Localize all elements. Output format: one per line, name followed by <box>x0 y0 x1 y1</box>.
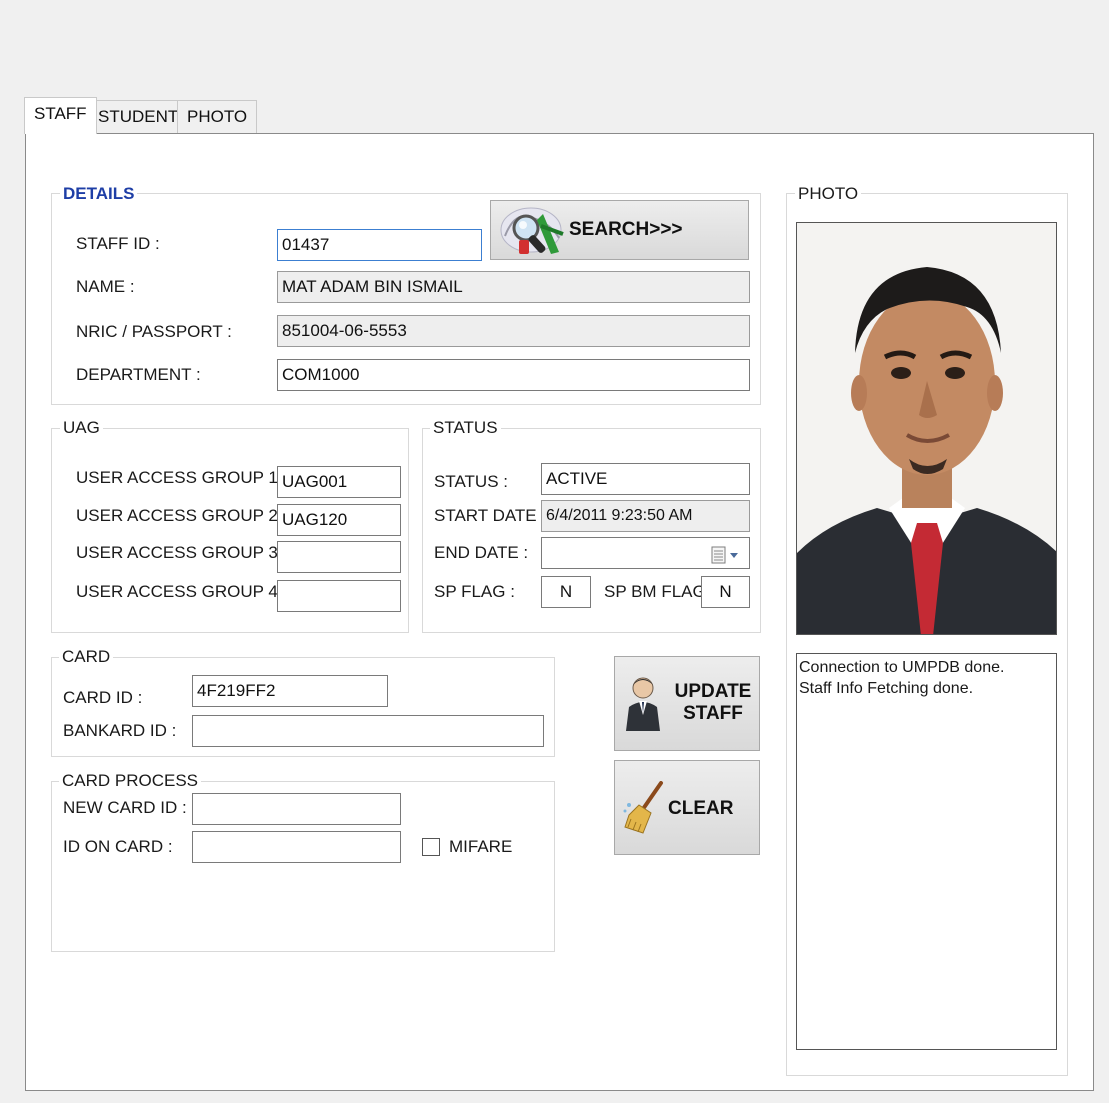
log-textarea[interactable]: Connection to UMPDB done. Staff Info Fet… <box>796 653 1057 1050</box>
start-date-field[interactable]: 6/4/2011 9:23:50 AM <box>541 500 750 532</box>
card-legend: CARD <box>59 647 114 667</box>
uag4-label: USER ACCESS GROUP 4 : <box>76 582 288 601</box>
status-legend: STATUS <box>430 418 501 438</box>
uag3-input[interactable] <box>277 541 401 573</box>
sp-bm-flag-label: SP BM FLAG: <box>604 582 711 601</box>
id-on-card-field[interactable] <box>192 831 401 863</box>
mifare-checkbox[interactable] <box>422 838 440 856</box>
uag2-input[interactable]: UAG120 <box>277 504 401 536</box>
card-id-label: CARD ID : <box>63 688 143 707</box>
details-legend: DETAILS <box>60 184 138 204</box>
clear-button[interactable]: CLEAR <box>614 760 760 855</box>
uag-legend: UAG <box>60 418 103 438</box>
uag1-label: USER ACCESS GROUP 1 : <box>76 468 288 487</box>
user-update-icon <box>623 675 665 733</box>
bankard-id-label: BANKARD ID : <box>63 721 177 740</box>
tab-photo[interactable]: PHOTO <box>177 100 258 133</box>
id-on-card-label: ID ON CARD : <box>63 837 173 856</box>
update-label-line1: UPDATE <box>674 681 752 702</box>
staff-id-label: STAFF ID : <box>76 234 160 253</box>
start-date-label: START DATE : <box>434 506 547 525</box>
end-date-picker[interactable] <box>541 537 750 569</box>
log-line: Connection to UMPDB done. <box>799 659 1005 676</box>
search-button[interactable]: SEARCH>>> <box>490 200 749 260</box>
photo-legend: PHOTO <box>795 184 862 204</box>
uag1-input[interactable]: UAG001 <box>277 466 401 498</box>
broom-icon <box>621 781 667 835</box>
uag4-input[interactable] <box>277 580 401 612</box>
mifare-label: MIFARE <box>449 837 513 856</box>
update-label-line2: STAFF <box>683 703 743 724</box>
status-field[interactable]: ACTIVE <box>541 463 750 495</box>
bankard-id-field[interactable] <box>192 715 544 747</box>
staff-id-input[interactable]: 01437 <box>277 229 482 261</box>
tab-staff[interactable]: STAFF <box>24 97 97 134</box>
sp-flag-field[interactable]: N <box>541 576 591 608</box>
name-label: NAME : <box>76 277 135 296</box>
sp-bm-flag-field[interactable]: N <box>701 576 750 608</box>
update-staff-label: UPDATE STAFF <box>673 681 753 725</box>
update-staff-button[interactable]: UPDATE STAFF <box>614 656 760 751</box>
status-label: STATUS : <box>434 472 508 491</box>
end-date-label: END DATE : <box>434 543 529 562</box>
new-card-id-field[interactable] <box>192 793 401 825</box>
name-field[interactable]: MAT ADAM BIN ISMAIL <box>277 271 750 303</box>
log-line: Staff Info Fetching done. <box>799 680 974 697</box>
department-label: DEPARTMENT : <box>76 365 201 384</box>
nric-label: NRIC / PASSPORT : <box>76 322 232 341</box>
uag3-label: USER ACCESS GROUP 3 : <box>76 543 288 562</box>
search-button-label: SEARCH>>> <box>569 219 683 240</box>
uag2-label: USER ACCESS GROUP 2 : <box>76 506 288 525</box>
department-field[interactable]: COM1000 <box>277 359 750 391</box>
sp-flag-label: SP FLAG : <box>434 582 515 601</box>
nric-field[interactable]: 851004-06-5553 <box>277 315 750 347</box>
search-magnifier-icon <box>497 204 567 258</box>
card-id-field[interactable]: 4F219FF2 <box>192 675 388 707</box>
calendar-dropdown-icon[interactable] <box>710 544 744 564</box>
card-process-legend: CARD PROCESS <box>59 771 202 791</box>
staff-photo <box>796 222 1057 635</box>
tab-student[interactable]: STUDENT <box>88 100 189 133</box>
new-card-id-label: NEW CARD ID : <box>63 798 187 817</box>
clear-button-label: CLEAR <box>668 798 734 819</box>
